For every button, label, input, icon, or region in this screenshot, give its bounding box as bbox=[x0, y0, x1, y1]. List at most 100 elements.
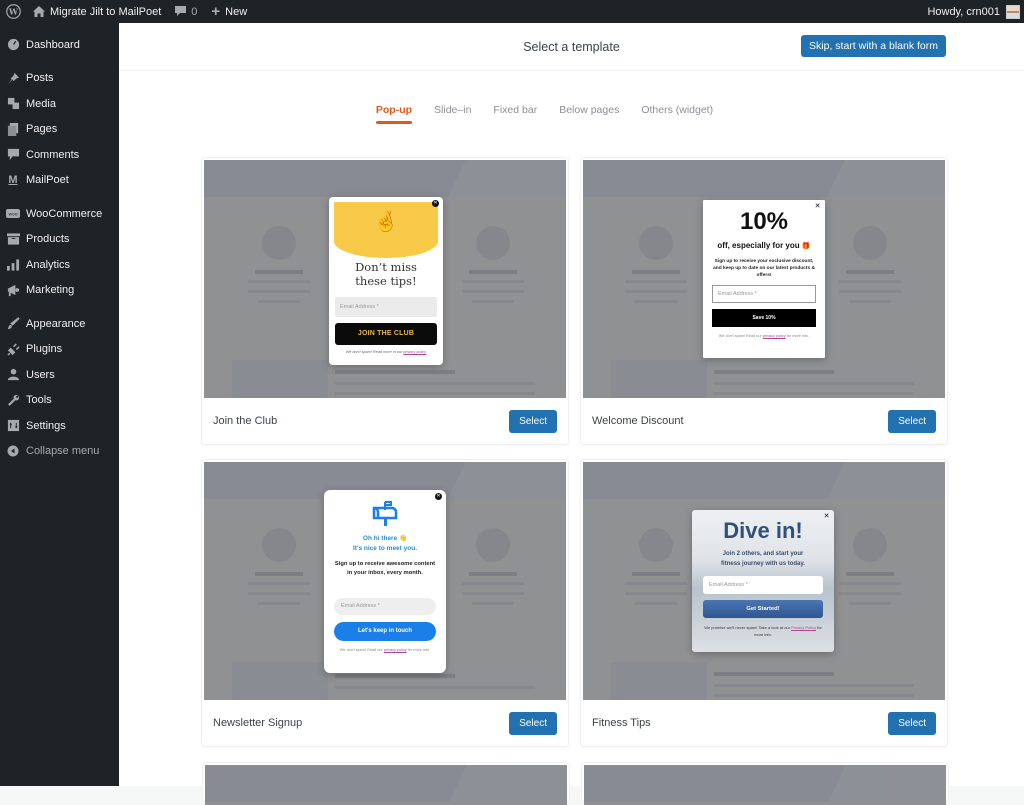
tab-below-pages[interactable]: Below pages bbox=[548, 104, 630, 126]
media-icon bbox=[6, 97, 20, 111]
admin-sidebar: Dashboard Posts Media Pages Comments M M… bbox=[0, 23, 119, 786]
sidebar-item-label: MailPoet bbox=[26, 174, 69, 187]
howdy-text: Howdy, crn001 bbox=[927, 5, 1000, 18]
site-name: Migrate Jilt to MailPoet bbox=[50, 5, 162, 18]
template-preview[interactable]: ✕ 10% off, especially for you 🎁 Sign up … bbox=[583, 160, 945, 398]
tab-slide-in[interactable]: Slide–in bbox=[423, 104, 482, 126]
tab-others-widget[interactable]: Others (widget) bbox=[630, 104, 724, 126]
dashboard-icon bbox=[6, 38, 20, 52]
popup-description: Sign up to receive your exclusive discou… bbox=[713, 259, 815, 278]
comments-link[interactable]: 0 bbox=[168, 0, 204, 23]
home-icon bbox=[33, 6, 45, 17]
email-field: Email Address * bbox=[703, 576, 823, 594]
sidebar-item-label: Settings bbox=[26, 419, 66, 432]
collapse-arrow-icon bbox=[6, 444, 20, 458]
email-field: Email Address * bbox=[712, 285, 816, 303]
sidebar-item-dashboard[interactable]: Dashboard bbox=[0, 32, 119, 58]
template-preview[interactable]: ✕ Oh hi there 👋 It's nice to meet you. S… bbox=[204, 462, 566, 700]
template-card-partial bbox=[202, 762, 570, 805]
wrench-icon bbox=[6, 393, 20, 407]
template-preview[interactable]: 🤞 ✕ Don’t miss these tips! Email Address… bbox=[204, 160, 566, 398]
collapse-menu-button[interactable]: Collapse menu bbox=[0, 439, 119, 465]
sidebar-item-label: Comments bbox=[26, 148, 80, 161]
select-button[interactable]: Select bbox=[888, 711, 936, 735]
select-button[interactable]: Select bbox=[509, 409, 557, 433]
sidebar-item-products[interactable]: Products bbox=[0, 227, 119, 253]
megaphone-icon bbox=[6, 283, 20, 297]
sidebar-item-label: Marketing bbox=[26, 284, 75, 297]
sidebar-item-pages[interactable]: Pages bbox=[0, 117, 119, 143]
get-started-button: Get Started! bbox=[703, 600, 823, 618]
sidebar-item-label: Plugins bbox=[26, 343, 63, 356]
mailbox-icon bbox=[324, 500, 446, 528]
select-button[interactable]: Select bbox=[888, 409, 936, 433]
popup-preview: 🤞 ✕ Don’t miss these tips! Email Address… bbox=[329, 197, 443, 365]
new-content-link[interactable]: + New bbox=[204, 0, 254, 23]
sidebar-item-plugins[interactable]: Plugins bbox=[0, 337, 119, 363]
email-field: Email Address * bbox=[334, 598, 436, 615]
sidebar-item-media[interactable]: Media bbox=[0, 91, 119, 117]
popup-headline: Don’t miss these tips! bbox=[355, 260, 417, 288]
sidebar-item-mailpoet[interactable]: M MailPoet bbox=[0, 168, 119, 194]
woocommerce-icon: woo bbox=[6, 207, 20, 221]
template-grid: 🤞 ✕ Don’t miss these tips! Email Address… bbox=[201, 157, 949, 747]
wordpress-logo-button[interactable]: W bbox=[0, 0, 26, 23]
popup-preview: ✕ 10% off, especially for you 🎁 Sign up … bbox=[703, 200, 825, 358]
privacy-note: We promise we'll never spam! Take a look… bbox=[704, 625, 822, 637]
sidebar-item-label: WooCommerce bbox=[26, 207, 103, 220]
template-preview[interactable] bbox=[584, 765, 946, 805]
collapse-menu-label: Collapse menu bbox=[26, 445, 100, 458]
skip-blank-form-button[interactable]: Skip, start with a blank form bbox=[801, 35, 946, 57]
comments-count: 0 bbox=[191, 5, 198, 18]
template-preview[interactable]: ✕ Dive in! Join 2 others, and start your… bbox=[583, 462, 945, 700]
sidebar-item-woocommerce[interactable]: woo WooCommerce bbox=[0, 201, 119, 227]
sidebar-item-tools[interactable]: Tools bbox=[0, 388, 119, 414]
template-preview[interactable] bbox=[205, 765, 567, 805]
sidebar-item-settings[interactable]: Settings bbox=[0, 413, 119, 439]
page-title: Select a template bbox=[523, 39, 620, 54]
close-icon: ✕ bbox=[432, 200, 439, 207]
new-label: New bbox=[225, 5, 248, 18]
close-icon: ✕ bbox=[435, 493, 442, 500]
save-button: Save 10% bbox=[712, 309, 816, 327]
template-card-welcome-discount: ✕ 10% off, especially for you 🎁 Sign up … bbox=[580, 157, 948, 445]
template-card-fitness-tips: ✕ Dive in! Join 2 others, and start your… bbox=[580, 459, 948, 747]
settings-icon bbox=[6, 419, 20, 433]
avatar bbox=[1006, 4, 1020, 19]
site-name-link[interactable]: Migrate Jilt to MailPoet bbox=[26, 0, 168, 23]
sidebar-item-label: Analytics bbox=[26, 258, 71, 271]
popup-greeting: Oh hi there 👋 It's nice to meet you. bbox=[352, 535, 418, 552]
user-icon bbox=[6, 368, 20, 382]
wordpress-logo-icon: W bbox=[5, 4, 21, 19]
template-name: Welcome Discount bbox=[592, 415, 684, 427]
tab-fixed-bar[interactable]: Fixed bar bbox=[482, 104, 548, 126]
my-account-link[interactable]: Howdy, crn001 bbox=[920, 0, 1024, 23]
select-button[interactable]: Select bbox=[509, 711, 557, 735]
template-card-newsletter-signup: ✕ Oh hi there 👋 It's nice to meet you. S… bbox=[201, 459, 569, 747]
sidebar-item-label: Products bbox=[26, 233, 70, 246]
comment-icon bbox=[6, 148, 20, 162]
sidebar-item-comments[interactable]: Comments bbox=[0, 142, 119, 168]
discount-amount: 10% bbox=[739, 208, 789, 235]
sidebar-item-marketing[interactable]: Marketing bbox=[0, 278, 119, 304]
comment-icon bbox=[175, 6, 187, 17]
tab-popup[interactable]: Pop-up bbox=[365, 104, 423, 126]
popup-description: Sign up to receive awesome content in yo… bbox=[334, 561, 436, 576]
svg-text:woo: woo bbox=[8, 212, 17, 217]
sidebar-item-label: Appearance bbox=[26, 317, 86, 330]
sidebar-item-label: Dashboard bbox=[26, 38, 80, 51]
template-name: Join the Club bbox=[213, 415, 278, 427]
sidebar-item-users[interactable]: Users bbox=[0, 362, 119, 388]
template-card-partial bbox=[581, 762, 949, 805]
sidebar-item-analytics[interactable]: Analytics bbox=[0, 252, 119, 278]
popup-preview: ✕ Dive in! Join 2 others, and start your… bbox=[692, 510, 834, 652]
sidebar-item-label: Tools bbox=[26, 394, 52, 407]
svg-text:W: W bbox=[7, 7, 18, 17]
sidebar-item-label: Posts bbox=[26, 72, 54, 85]
popup-description: Join 2 others, and start your fitness jo… bbox=[721, 551, 805, 567]
sidebar-item-posts[interactable]: Posts bbox=[0, 66, 119, 92]
template-name: Fitness Tips bbox=[592, 717, 651, 729]
sidebar-item-appearance[interactable]: Appearance bbox=[0, 311, 119, 337]
popup-preview: ✕ Oh hi there 👋 It's nice to meet you. S… bbox=[324, 490, 446, 673]
privacy-note: We don't spam! Read more in our privacy … bbox=[345, 350, 427, 354]
